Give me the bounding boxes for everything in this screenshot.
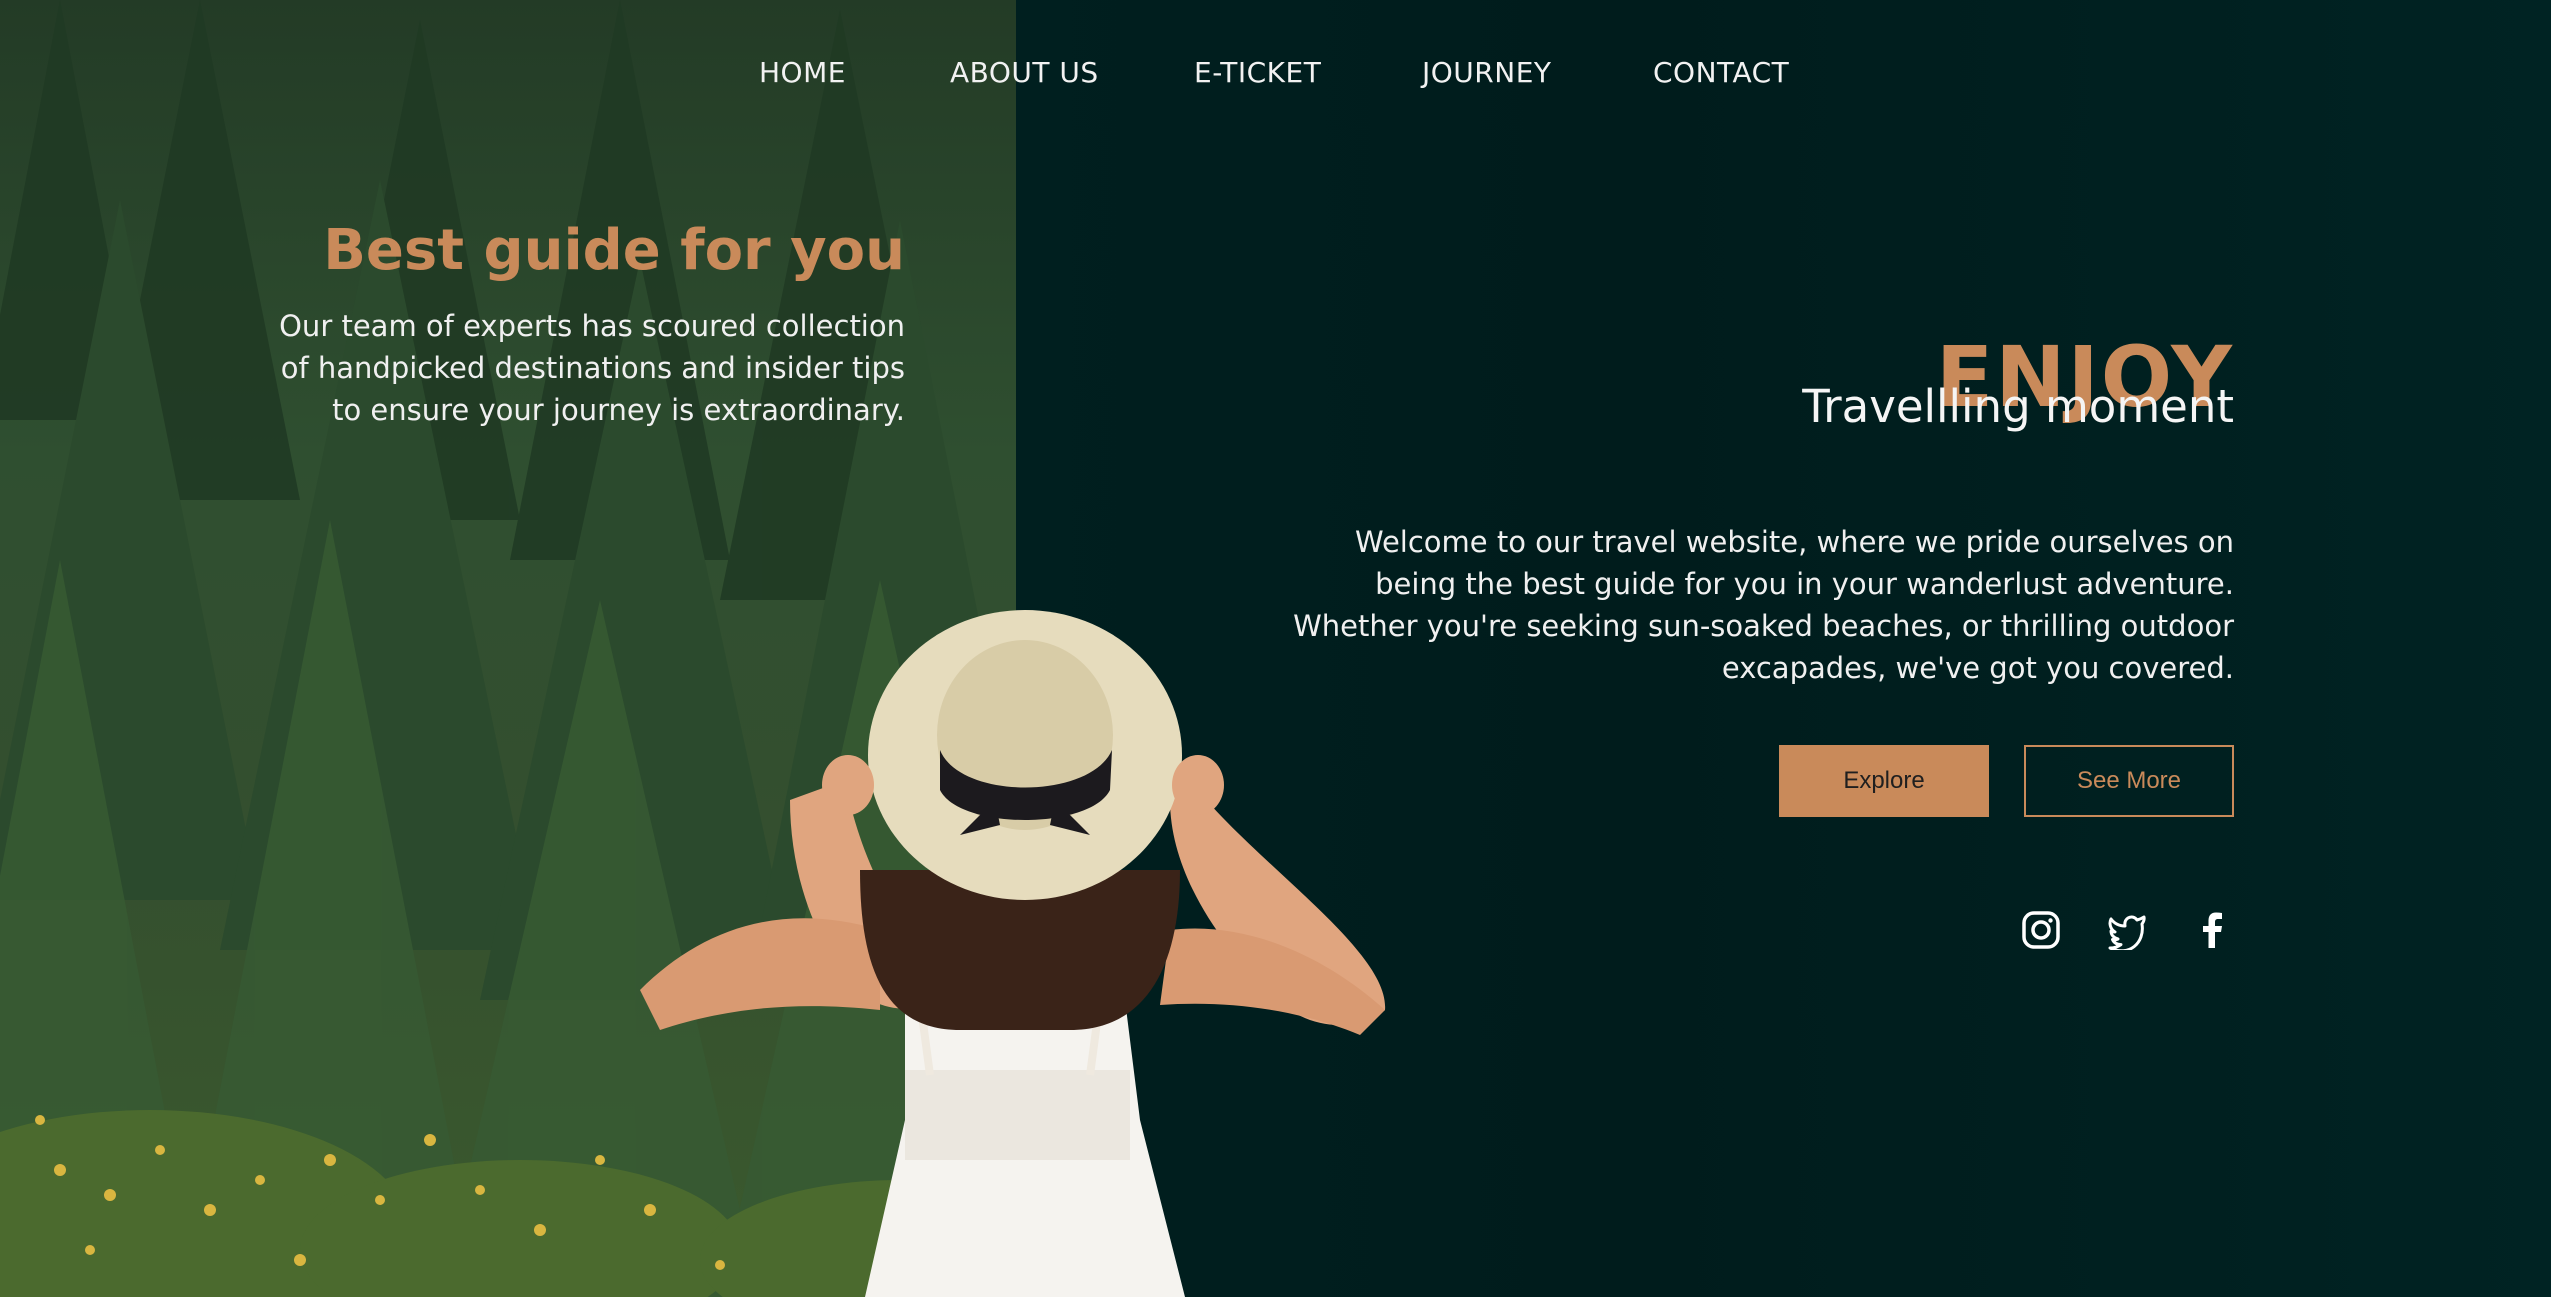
- left-section-description: Our team of experts has scoured collecti…: [279, 309, 905, 427]
- hero-description: Welcome to our travel website, where we …: [1293, 525, 2234, 685]
- nav-e-ticket[interactable]: E-TICKET: [1194, 56, 1321, 89]
- nav-journey[interactable]: JOURNEY: [1422, 56, 1552, 89]
- left-section-title: Best guide for you: [323, 218, 905, 284]
- instagram-icon[interactable]: [2021, 910, 2061, 950]
- explore-button[interactable]: Explore: [1779, 745, 1989, 817]
- main-navigation: HOME ABOUT US E-TICKET JOURNEY CONTACT: [0, 50, 2551, 96]
- see-more-button[interactable]: See More: [2024, 745, 2234, 817]
- nav-about-us[interactable]: ABOUT US: [950, 56, 1099, 89]
- twitter-icon[interactable]: [2107, 910, 2147, 950]
- nav-contact[interactable]: CONTACT: [1653, 56, 1789, 89]
- nav-home[interactable]: HOME: [759, 56, 846, 89]
- hero-subtitle: Travellling moment: [1802, 380, 2234, 433]
- forest-background: [0, 0, 1016, 1297]
- facebook-icon[interactable]: [2193, 910, 2233, 950]
